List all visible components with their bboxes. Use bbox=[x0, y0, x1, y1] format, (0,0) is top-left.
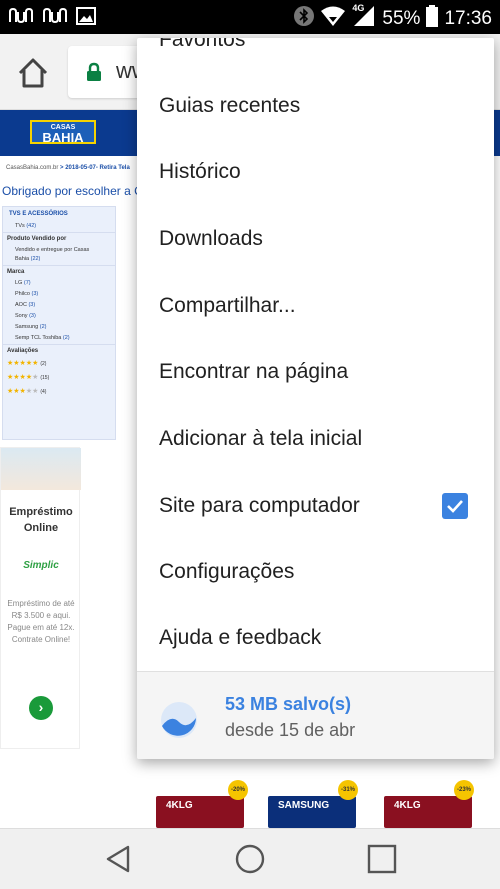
rating-filter[interactable]: ★★★★★ (15) bbox=[3, 371, 115, 385]
home-circle-icon[interactable] bbox=[232, 841, 268, 877]
product-card[interactable]: 4KLG bbox=[156, 796, 244, 828]
menu-item-share[interactable]: Compartilhar... bbox=[137, 273, 494, 339]
recents-icon[interactable] bbox=[364, 841, 400, 877]
check-icon bbox=[447, 500, 463, 513]
nu-app-icon bbox=[42, 6, 70, 31]
menu-item-bookmarks[interactable]: Favoritos bbox=[137, 38, 494, 52]
product-card[interactable]: 4KLG bbox=[384, 796, 472, 828]
wifi-icon bbox=[320, 5, 346, 33]
ad-brand: Simplic bbox=[23, 560, 59, 571]
menu-item-downloads[interactable]: Downloads bbox=[137, 206, 494, 272]
data-saved-amount: 53 MB salvo(s) bbox=[225, 694, 352, 714]
breadcrumb-link[interactable]: > 2018-05-07- Retira Tela bbox=[60, 165, 130, 171]
ad-photo bbox=[1, 448, 81, 490]
discount-badge: -23% bbox=[454, 780, 474, 800]
data-saved-since: desde 15 de abr bbox=[225, 720, 356, 740]
image-icon bbox=[76, 6, 96, 31]
menu-item-settings[interactable]: Configurações bbox=[137, 539, 494, 605]
thanks-text: Obrigado por escolher a Cas bbox=[2, 184, 156, 198]
ad-title: Empréstimo Online bbox=[9, 506, 73, 534]
home-icon[interactable] bbox=[14, 54, 52, 92]
chevron-right-icon[interactable]: › bbox=[29, 696, 53, 720]
filter-item[interactable]: Samsung (2) bbox=[3, 322, 115, 333]
signal-icon: 4G bbox=[352, 3, 376, 33]
filter-item[interactable]: LG (7) bbox=[3, 278, 115, 289]
system-navigation-bar bbox=[0, 828, 500, 889]
lock-icon bbox=[86, 62, 102, 87]
filter-item[interactable]: Vendido e entregue por Casas Bahia (22) bbox=[3, 245, 115, 265]
bluetooth-icon bbox=[294, 5, 315, 33]
discount-badge: -31% bbox=[338, 780, 358, 800]
filter-item[interactable]: AOC (3) bbox=[3, 300, 115, 311]
data-saver-footer[interactable]: 53 MB salvo(s) desde 15 de abr bbox=[137, 672, 494, 759]
back-icon[interactable] bbox=[100, 841, 136, 877]
menu-item-label: Site para computador bbox=[159, 494, 360, 517]
filter-item[interactable]: Sony (3) bbox=[3, 311, 115, 322]
menu-item-history[interactable]: Histórico bbox=[137, 139, 494, 205]
battery-percent: 55% bbox=[382, 8, 421, 29]
filter-subheading: Marca bbox=[3, 265, 115, 278]
menu-item-find-in-page[interactable]: Encontrar na página bbox=[137, 339, 494, 405]
filter-panel: TVS E ACESSÓRIOS TVs (42) Produto Vendid… bbox=[2, 206, 116, 440]
filter-item[interactable]: Philco (3) bbox=[3, 289, 115, 300]
breadcrumb: CasasBahia.com.br > 2018-05-07- Retira T… bbox=[6, 165, 130, 171]
filter-subheading: Avaliações bbox=[3, 344, 115, 357]
discount-badge: -20% bbox=[228, 780, 248, 800]
menu-item-desktop-site[interactable]: Site para computador bbox=[137, 473, 494, 539]
network-type: 4G bbox=[352, 3, 365, 13]
filter-heading: TVS E ACESSÓRIOS bbox=[9, 211, 68, 217]
breadcrumb-site[interactable]: CasasBahia.com.br bbox=[6, 165, 58, 171]
filter-item[interactable]: Semp TCL Toshiba (2) bbox=[3, 333, 115, 344]
battery-icon bbox=[426, 5, 439, 33]
status-bar: 4G 55% 17:36 bbox=[0, 0, 500, 34]
site-logo[interactable]: CASAS BAHIA bbox=[30, 120, 96, 144]
product-strip: 4KLG -20% SAMSUNG -31% 4KLG -23% bbox=[150, 780, 490, 828]
ad-text: Empréstimo de até R$ 3.500 e aqui. Pague… bbox=[7, 599, 75, 644]
ad-banner[interactable]: Empréstimo Online Simplic Empréstimo de … bbox=[0, 447, 81, 749]
menu-item-help-feedback[interactable]: Ajuda e feedback bbox=[137, 605, 494, 671]
nu-app-icon bbox=[8, 6, 36, 31]
desktop-site-checkbox[interactable] bbox=[442, 493, 468, 519]
filter-item[interactable]: TVs (42) bbox=[3, 221, 115, 232]
menu-item-recent-tabs[interactable]: Guias recentes bbox=[137, 73, 494, 139]
rating-filter[interactable]: ★★★★★ (4) bbox=[3, 385, 115, 399]
filter-subheading: Produto Vendido por bbox=[3, 232, 115, 245]
product-card[interactable]: SAMSUNG bbox=[268, 796, 356, 828]
rating-filter[interactable]: ★★★★★ (2) bbox=[3, 357, 115, 371]
browser-overflow-menu: Favoritos Guias recentes Histórico Downl… bbox=[137, 38, 494, 759]
clock: 17:36 bbox=[444, 8, 492, 29]
menu-item-add-to-home[interactable]: Adicionar à tela inicial bbox=[137, 406, 494, 472]
data-saver-icon bbox=[159, 700, 199, 740]
